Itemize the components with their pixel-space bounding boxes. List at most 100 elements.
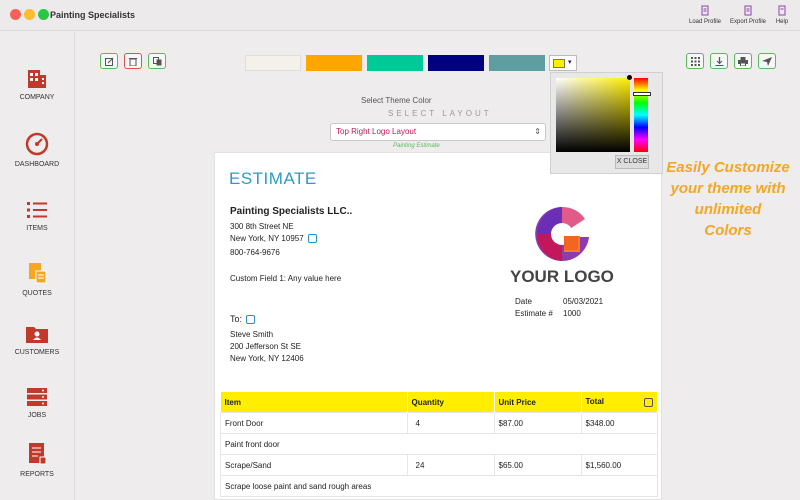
layout-subtitle: Painting Estimate: [393, 143, 440, 149]
color-picker-handle[interactable]: [627, 75, 632, 80]
export-profile-label: Export Profile: [729, 19, 766, 25]
zoom-window-button[interactable]: [38, 9, 49, 20]
client-address-line1: 200 Jefferson St SE: [230, 342, 302, 351]
description-cell: Paint front door: [220, 433, 658, 455]
client-name: Steve Smith: [230, 330, 274, 339]
custom-field: Custom Field 1: Any value here: [230, 274, 342, 283]
theme-swatch[interactable]: [367, 55, 423, 71]
hue-slider-handle[interactable]: [633, 92, 651, 96]
sidebar: COMPANY DASHBOARD ITEMS QUOTES CUSTOMERS: [0, 31, 75, 500]
sidebar-item-reports[interactable]: REPORTS: [0, 442, 74, 478]
total-cell: $348.00: [580, 412, 658, 434]
sidebar-item-label: ITEMS: [26, 225, 48, 232]
help-label: Help: [775, 19, 789, 25]
description-cell: Scrape loose paint and sand rough areas: [220, 475, 658, 497]
theme-swatch[interactable]: [245, 55, 301, 71]
grid-view-button[interactable]: [686, 53, 704, 69]
folder-user-icon: [26, 327, 48, 343]
report-icon: [29, 443, 47, 465]
edit-items-icon[interactable]: [644, 398, 653, 407]
copy-icon: [152, 56, 161, 65]
estimate-document: ESTIMATE Painting Specialists LLC.. 300 …: [214, 152, 662, 500]
select-layout-heading: SELECT LAYOUT: [388, 109, 492, 118]
close-window-button[interactable]: [10, 9, 21, 20]
edit-client-icon[interactable]: [246, 315, 256, 325]
copy-button[interactable]: [148, 53, 166, 69]
column-header-total: Total: [581, 392, 658, 413]
color-dropdown[interactable]: ▾: [549, 55, 577, 71]
help-button[interactable]: Help: [773, 5, 791, 25]
column-header-total-text: Total: [585, 397, 605, 406]
logo-mark-icon: [535, 206, 589, 261]
to-label-row: To:: [230, 314, 256, 325]
layout-select-value: Top Right Logo Layout: [336, 127, 417, 136]
sidebar-item-jobs[interactable]: JOBS: [0, 387, 74, 419]
list-icon: [27, 202, 47, 218]
printer-icon: [738, 56, 748, 66]
quantity-cell: 24: [406, 454, 495, 476]
download-button[interactable]: [710, 53, 728, 69]
table-header-row: Item Quantity Unit Price Total: [220, 392, 658, 413]
sidebar-item-dashboard[interactable]: DASHBOARD: [0, 132, 74, 168]
download-icon: [715, 56, 723, 66]
promo-line: unlimited: [694, 201, 762, 218]
edit-button[interactable]: [100, 53, 118, 69]
company-address-line2-text: New York, NY 10957: [230, 234, 304, 243]
edit-company-icon[interactable]: [307, 234, 317, 244]
hue-slider[interactable]: [634, 78, 648, 152]
line-items-table: Item Quantity Unit Price Total Front Doo…: [220, 392, 658, 497]
select-theme-color-label: Select Theme Color: [361, 96, 432, 105]
table-row[interactable]: Scrape loose paint and sand rough areas: [220, 475, 658, 497]
date-value: 05/03/2021: [563, 297, 604, 306]
sidebar-item-items[interactable]: ITEMS: [0, 200, 74, 232]
item-cell: Scrape/Sand: [220, 454, 408, 476]
company-name: Painting Specialists LLC..: [230, 206, 353, 217]
sidebar-item-label: JOBS: [27, 412, 47, 419]
saturation-brightness-area[interactable]: [556, 78, 630, 152]
layout-select[interactable]: Top Right Logo Layout ⇕: [330, 123, 546, 141]
sidebar-item-quotes[interactable]: QUOTES: [0, 261, 74, 297]
export-profile-icon: [744, 5, 752, 16]
promo-line: Easily Customize: [666, 159, 790, 176]
export-profile-button[interactable]: Export Profile: [727, 5, 769, 25]
table-row[interactable]: Paint front door: [220, 433, 658, 455]
select-arrows-icon: ⇕: [534, 127, 541, 136]
help-icon: [778, 5, 786, 16]
edit-icon: [104, 57, 113, 66]
table-row[interactable]: Scrape/Sand 24 $65.00 $1,560.00: [220, 454, 658, 476]
company-phone: 800-764-9676: [230, 248, 280, 257]
building-icon: [28, 70, 46, 88]
theme-swatch[interactable]: [306, 55, 362, 71]
print-button[interactable]: [734, 53, 752, 69]
table-row[interactable]: Front Door 4 $87.00 $348.00: [220, 412, 658, 434]
chevron-down-icon: ▾: [568, 59, 572, 66]
load-profile-icon: [701, 5, 709, 16]
sidebar-item-company[interactable]: COMPANY: [0, 67, 74, 101]
estimate-number-label: Estimate #: [515, 309, 553, 318]
sidebar-item-label: DASHBOARD: [14, 161, 60, 168]
current-color-swatch: [553, 59, 565, 68]
minimize-window-button[interactable]: [24, 9, 35, 20]
promo-line: Colors: [704, 222, 752, 239]
theme-swatch[interactable]: [489, 55, 545, 71]
estimate-heading: ESTIMATE: [229, 169, 317, 188]
promo-text: Easily Customize your theme with unlimit…: [664, 157, 792, 241]
grid-icon: [690, 56, 700, 66]
close-picker-button[interactable]: X CLOSE: [615, 155, 649, 169]
sidebar-item-customers[interactable]: CUSTOMERS: [0, 324, 74, 356]
load-profile-button[interactable]: Load Profile: [686, 5, 724, 25]
unit-price-cell: $87.00: [493, 412, 582, 434]
window-title: Painting Specialists: [50, 10, 136, 20]
send-button[interactable]: [758, 53, 776, 69]
to-label: To:: [230, 314, 243, 324]
send-icon: [762, 56, 772, 66]
server-icon: [27, 388, 47, 406]
theme-swatch[interactable]: [428, 55, 484, 71]
title-bar: Painting Specialists Load Profile Export…: [0, 0, 800, 31]
delete-button[interactable]: [124, 53, 142, 69]
column-header-item: Item: [220, 392, 408, 413]
document-icon: [29, 263, 47, 284]
company-address-line2: New York, NY 10957: [230, 234, 317, 244]
client-address-line2: New York, NY 12406: [230, 354, 304, 363]
estimate-number-value: 1000: [563, 309, 581, 318]
